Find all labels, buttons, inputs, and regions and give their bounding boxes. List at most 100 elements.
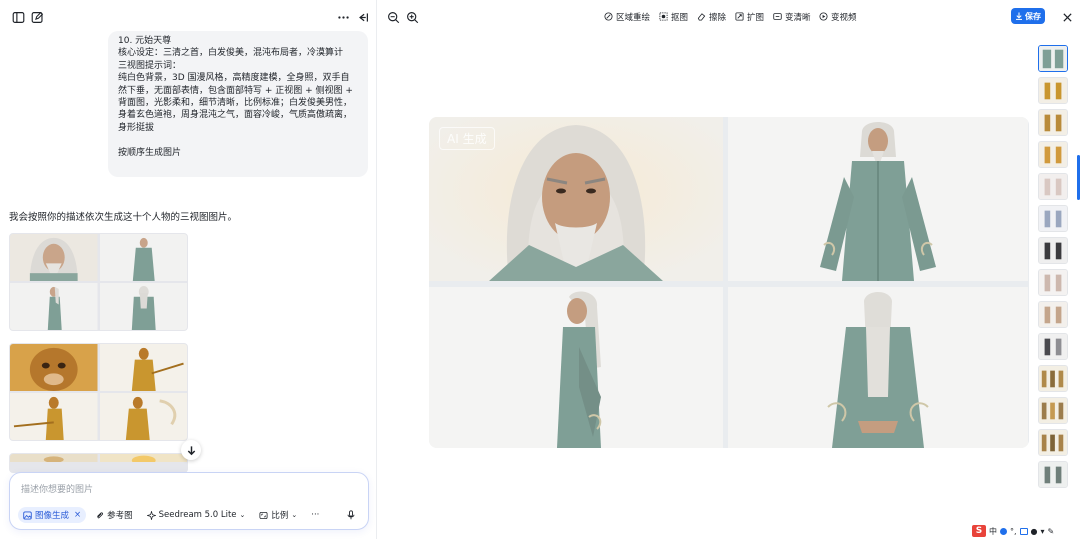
sparkle-icon	[146, 510, 156, 520]
region-redraw-tool[interactable]: 区域重绘	[604, 10, 650, 23]
prompt-line: 三视图提示词：	[118, 60, 182, 71]
result-image-back[interactable]	[100, 464, 188, 472]
chevron-down-icon: ⌄	[239, 511, 246, 519]
result-image-back[interactable]	[99, 283, 187, 330]
result-image-grid-2[interactable]	[9, 343, 188, 441]
viewer-toolbar: 区域重绘 抠图 擦除 扩图 变清晰 变视频 保存	[377, 0, 1080, 32]
model-select-label: Seedream 5.0 Lite	[158, 510, 237, 520]
enhance-label: 变清晰	[785, 12, 811, 23]
hd-icon	[773, 13, 782, 20]
erase-label: 擦除	[709, 12, 727, 23]
result-image-side[interactable]	[10, 464, 98, 472]
microphone-icon[interactable]	[344, 508, 358, 522]
prompt-input[interactable]	[21, 483, 321, 497]
prompt-line: 10. 元始天尊	[118, 36, 172, 46]
thumbnail[interactable]	[1038, 365, 1068, 392]
shirt-icon[interactable]: ▾	[1041, 527, 1045, 536]
expand-icon	[735, 12, 744, 21]
thumbnail[interactable]	[1038, 269, 1068, 296]
thumbnail[interactable]	[1038, 333, 1068, 360]
reference-image-label: 参考图	[107, 511, 133, 521]
ime-language-icon[interactable]: 中	[989, 526, 997, 537]
to-video-label: 变视频	[831, 12, 857, 23]
sidebar-toggle-icon[interactable]	[10, 9, 26, 25]
aspect-ratio-label: 比例	[271, 511, 289, 521]
close-icon[interactable]: ×	[74, 510, 81, 520]
paperclip-icon	[97, 511, 104, 518]
result-image-side[interactable]	[10, 393, 98, 440]
result-image-grid-3[interactable]	[9, 453, 188, 473]
brush-icon	[604, 12, 613, 21]
thumbnail[interactable]	[1038, 429, 1068, 456]
region-redraw-label: 区域重绘	[616, 12, 651, 23]
model-select-chip[interactable]: Seedream 5.0 Lite ⌄	[142, 507, 251, 523]
eraser-icon	[697, 13, 706, 21]
preview-front-view[interactable]	[728, 117, 1028, 281]
chat-panel: 10. 元始天尊 核心设定：三清之首，白发俊美，混沌布局者，冷漠算计 三视图提示…	[0, 0, 377, 539]
thumbnail[interactable]	[1038, 301, 1068, 328]
reference-image-chip[interactable]: 参考图	[90, 507, 138, 523]
prompt-line: 纯白色背景，3D 国漫风格，高精度建模，全身照，双手自然下垂，无面部表情，包含面…	[118, 73, 353, 133]
preview-canvas[interactable]: AI 生成	[429, 117, 1029, 448]
save-button[interactable]: 保存	[1011, 8, 1045, 24]
zoom-in-icon[interactable]	[404, 9, 420, 25]
user-icon[interactable]: ●	[1031, 527, 1038, 536]
close-icon[interactable]	[1059, 9, 1075, 25]
image-generation-chip[interactable]: 图像生成 ×	[18, 507, 87, 523]
expand-tool[interactable]: 扩图	[735, 10, 764, 23]
result-image-front[interactable]	[99, 234, 187, 281]
preview-face-closeup[interactable]: AI 生成	[429, 117, 723, 281]
prompt-composer: 图像生成 × 参考图 Seedream 5.0 Lite ⌄ 比例 ⌄	[9, 472, 369, 530]
result-image-face[interactable]	[10, 454, 98, 462]
thumbnail[interactable]	[1038, 461, 1068, 488]
collapse-left-icon[interactable]	[354, 9, 370, 25]
scroll-to-bottom-button[interactable]	[181, 440, 201, 460]
to-video-tool[interactable]: 变视频	[819, 10, 857, 23]
prompt-spacer	[118, 134, 358, 146]
preview-side-view[interactable]	[429, 287, 723, 448]
system-tray: S 中 °, ● ▾ ✎	[972, 524, 1054, 538]
ratio-icon	[259, 511, 268, 519]
enhance-tool[interactable]: 变清晰	[773, 10, 811, 23]
preview-back-view[interactable]	[728, 287, 1028, 448]
download-icon	[1016, 12, 1022, 20]
thumbnail[interactable]	[1038, 109, 1068, 136]
zoom-out-icon[interactable]	[385, 9, 401, 25]
aspect-ratio-chip[interactable]: 比例 ⌄	[254, 507, 302, 523]
thumbnail[interactable]	[1038, 45, 1068, 72]
play-icon	[819, 12, 828, 21]
thumbnail[interactable]	[1038, 205, 1068, 232]
wrench-icon[interactable]: ✎	[1048, 527, 1055, 536]
ai-generated-watermark: AI 生成	[439, 127, 495, 150]
chat-toolbar	[0, 0, 377, 32]
arrow-down-icon	[187, 445, 195, 455]
more-horizontal-icon[interactable]	[335, 9, 351, 25]
thumbnail[interactable]	[1038, 77, 1068, 104]
thumbnail[interactable]	[1038, 397, 1068, 424]
result-image-grid-1[interactable]	[9, 233, 188, 331]
erase-tool[interactable]: 擦除	[697, 10, 726, 23]
result-image-face[interactable]	[10, 234, 98, 281]
result-image-front[interactable]	[99, 454, 187, 462]
image-viewer-panel: 区域重绘 抠图 擦除 扩图 变清晰 变视频 保存 AI 生成	[377, 0, 1080, 539]
keyboard-icon[interactable]	[1019, 527, 1028, 535]
result-image-side[interactable]	[10, 283, 98, 330]
assistant-reply: 我会按照你的描述依次生成这十个人物的三视图图片。	[9, 212, 238, 223]
cutout-label: 抠图	[671, 12, 689, 23]
cutout-icon	[659, 12, 668, 21]
ime-status-icon[interactable]	[1000, 527, 1007, 535]
thumbnail[interactable]	[1038, 237, 1068, 264]
result-image-face[interactable]	[10, 344, 98, 391]
result-image-front[interactable]	[99, 344, 187, 391]
thumbnail[interactable]	[1038, 141, 1068, 168]
result-image-back[interactable]	[99, 393, 187, 440]
thumbnail[interactable]	[1038, 173, 1068, 200]
input-method-logo[interactable]: S	[972, 525, 986, 537]
more-options-button[interactable]: ···	[306, 507, 324, 523]
cutout-tool[interactable]: 抠图	[659, 10, 688, 23]
expand-label: 扩图	[747, 12, 765, 23]
edit-icon[interactable]	[29, 9, 45, 25]
ime-punctuation-icon[interactable]: °,	[1010, 527, 1017, 536]
prompt-line: 按顺序生成图片	[118, 147, 182, 158]
save-label: 保存	[1025, 11, 1041, 21]
